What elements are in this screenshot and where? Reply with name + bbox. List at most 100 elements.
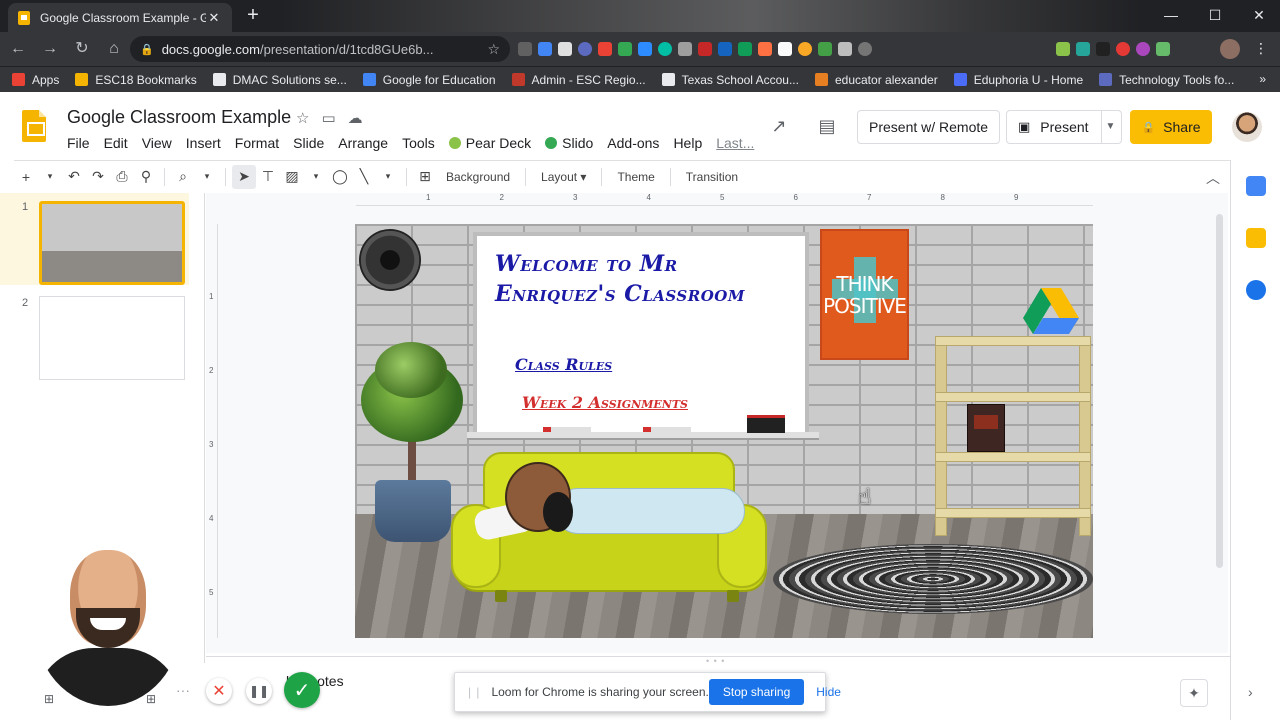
zoom-icon[interactable]: ⌕ xyxy=(171,165,195,189)
text-box-icon[interactable]: ⊤ xyxy=(256,165,280,189)
back-arrow-icon[interactable]: ← xyxy=(4,35,32,63)
select-cursor-icon[interactable]: ➤ xyxy=(232,164,256,189)
address-bar[interactable]: 🔒 docs.google.com /presentation/d/1tcd8G… xyxy=(130,36,510,62)
window-minimize-button[interactable]: — xyxy=(1150,0,1192,32)
window-close-button[interactable]: ✕ xyxy=(1238,0,1280,32)
theme-button[interactable]: Theme xyxy=(608,170,663,184)
loom-cancel-recording-icon[interactable]: ✕ xyxy=(206,678,232,704)
menu-tools[interactable]: Tools xyxy=(395,135,442,151)
extension-icon[interactable] xyxy=(718,42,732,56)
bookshelf-image[interactable] xyxy=(935,336,1091,536)
redo-icon[interactable]: ↷ xyxy=(86,165,110,189)
bookmark-item[interactable]: ESC18 Bookmarks xyxy=(75,73,197,87)
line-icon[interactable]: ╲ xyxy=(352,165,376,189)
new-tab-button[interactable]: + xyxy=(240,5,266,27)
share-button[interactable]: 🔒 Share xyxy=(1130,110,1212,144)
browser-profile-avatar[interactable] xyxy=(1220,39,1240,59)
puzzle-extension-icon[interactable] xyxy=(1156,42,1170,56)
tab-close-icon[interactable]: ✕ xyxy=(206,10,222,26)
book-image[interactable] xyxy=(967,404,1005,452)
menu-format[interactable]: Format xyxy=(228,135,286,151)
layout-button[interactable]: Layout ▾ xyxy=(532,170,595,184)
menu-insert[interactable]: Insert xyxy=(179,135,228,151)
extension-icon[interactable] xyxy=(758,42,772,56)
extension-icon[interactable] xyxy=(1136,42,1150,56)
add-comment-icon[interactable]: ⊞ xyxy=(413,165,437,189)
drive-extension-icon[interactable] xyxy=(738,42,752,56)
slide-thumbnail-1[interactable] xyxy=(39,201,185,285)
background-button[interactable]: Background xyxy=(437,170,519,184)
menu-view[interactable]: View xyxy=(135,135,179,151)
extension-icon[interactable] xyxy=(1056,42,1070,56)
window-maximize-button[interactable]: ☐ xyxy=(1194,0,1236,32)
class-rules-link[interactable]: Class Rules xyxy=(515,355,612,374)
explore-sparkle-icon[interactable]: ✦ xyxy=(1180,679,1208,707)
menu-add-ons[interactable]: Add-ons xyxy=(600,135,666,151)
collapse-toolbar-chevron-up-icon[interactable]: ︿ xyxy=(1206,168,1220,188)
activity-trend-icon[interactable]: ↗ xyxy=(764,111,794,141)
bookmarks-overflow-icon[interactable]: » xyxy=(1259,72,1266,86)
transition-button[interactable]: Transition xyxy=(677,170,747,184)
menu-edit[interactable]: Edit xyxy=(97,135,135,151)
extension-icon[interactable] xyxy=(778,42,792,56)
notes-resize-handle[interactable]: • • • xyxy=(706,656,725,666)
keep-icon[interactable] xyxy=(1246,228,1266,248)
comment-icon[interactable]: ▤ xyxy=(812,111,842,141)
line-chevron-down-icon[interactable]: ▾ xyxy=(376,165,400,189)
extension-icon[interactable] xyxy=(798,42,812,56)
star-icon[interactable]: ☆ xyxy=(296,109,309,127)
cloud-status-icon[interactable]: ☁ xyxy=(348,109,363,127)
reload-icon[interactable]: ↻ xyxy=(68,35,96,63)
extension-icon[interactable] xyxy=(618,42,632,56)
week-2-assignments-link[interactable]: Week 2 Assignments xyxy=(522,393,688,412)
expand-side-panel-chevron-icon[interactable]: › xyxy=(1248,684,1253,700)
loom-more-options-icon[interactable]: ··· xyxy=(174,678,192,702)
speaker-image[interactable] xyxy=(359,229,421,291)
present-dropdown-chevron-icon[interactable]: ▼ xyxy=(1100,110,1122,144)
paint-format-icon[interactable]: ⚲ xyxy=(134,165,158,189)
hide-sharing-bar-link[interactable]: Hide xyxy=(816,685,841,699)
extension-icon[interactable] xyxy=(1096,42,1110,56)
last-edit-link[interactable]: Last... xyxy=(709,135,761,151)
extension-icon[interactable] xyxy=(538,42,552,56)
bookmark-item[interactable]: Technology Tools fo... xyxy=(1099,73,1234,87)
undo-icon[interactable]: ↶ xyxy=(62,165,86,189)
extension-icon[interactable] xyxy=(1116,42,1130,56)
menu-arrange[interactable]: Arrange xyxy=(331,135,395,151)
bookmark-item[interactable]: DMAC Solutions se... xyxy=(212,73,347,87)
think-positive-poster[interactable]: THINK POSITIVE xyxy=(820,229,909,360)
zoom-chevron-down-icon[interactable]: ▾ xyxy=(195,165,219,189)
bookmark-item[interactable]: Google for Education xyxy=(362,73,496,87)
menu-addon-pear-deck[interactable]: Pear Deck xyxy=(442,135,538,151)
browser-menu-icon[interactable]: ⋮ xyxy=(1254,40,1268,57)
menu-addon-slido[interactable]: Slido xyxy=(538,135,600,151)
extension-icon[interactable] xyxy=(578,42,592,56)
extension-icon[interactable] xyxy=(698,42,712,56)
shape-icon[interactable]: ◯ xyxy=(328,165,352,189)
camera-extension-icon[interactable] xyxy=(518,42,532,56)
bookmark-item[interactable]: Texas School Accou... xyxy=(661,73,799,87)
bookmark-item[interactable]: Eduphoria U - Home xyxy=(953,73,1083,87)
loom-webcam-bubble[interactable] xyxy=(34,536,182,706)
mail-extension-icon[interactable] xyxy=(838,42,852,56)
extension-icon[interactable] xyxy=(598,42,612,56)
slide-title[interactable]: Welcome to Mr Enriquez's Classroom xyxy=(495,249,795,309)
document-title[interactable]: Google Classroom Example xyxy=(67,107,291,128)
extension-icon[interactable] xyxy=(818,42,832,56)
extension-icon[interactable] xyxy=(858,42,872,56)
extension-icon[interactable] xyxy=(558,42,572,56)
drag-grip-icon[interactable]: ❘❘ xyxy=(465,686,482,699)
image-icon[interactable]: ▨ xyxy=(280,165,304,189)
tasks-icon[interactable] xyxy=(1246,280,1266,300)
bookmark-item[interactable]: Apps xyxy=(12,73,59,87)
new-slide-plus-icon[interactable]: + xyxy=(14,165,38,189)
home-icon[interactable]: ⌂ xyxy=(100,35,128,63)
loom-finish-recording-icon[interactable]: ✓ xyxy=(284,672,320,708)
menu-file[interactable]: File xyxy=(60,135,97,151)
bookmark-item[interactable]: educator alexander xyxy=(814,73,938,87)
extension-icon[interactable] xyxy=(1076,42,1090,56)
move-to-folder-icon[interactable]: ▭ xyxy=(321,109,335,127)
zoom-extension-icon[interactable] xyxy=(638,42,652,56)
print-icon[interactable]: ⎙ xyxy=(110,165,134,189)
round-rug-image[interactable] xyxy=(773,544,1093,614)
